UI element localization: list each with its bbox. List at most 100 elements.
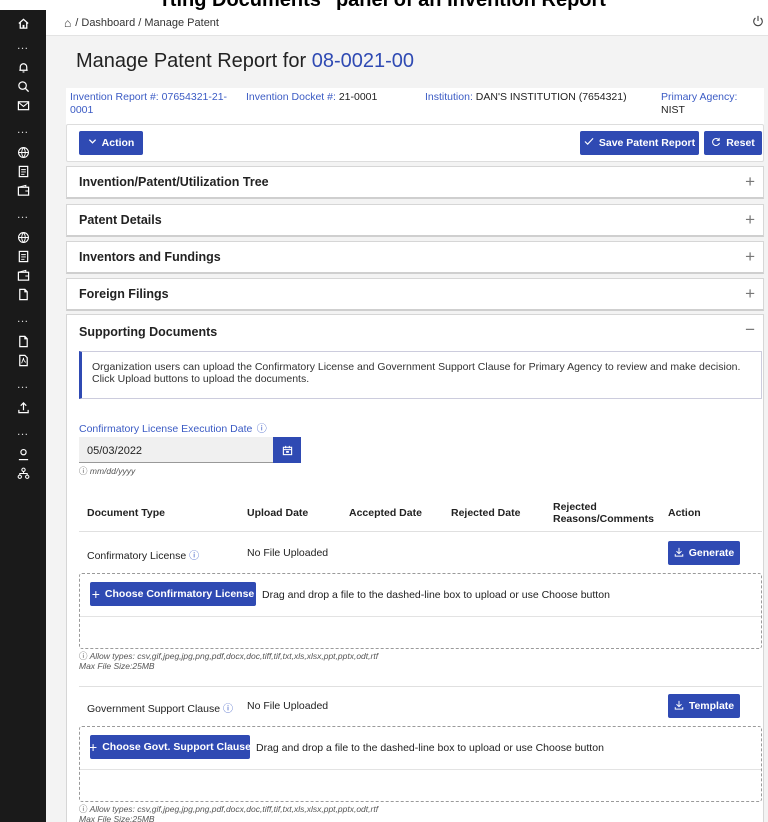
document-icon[interactable]	[0, 247, 46, 265]
max-size-text: Max File Size:25MB	[79, 661, 155, 671]
expand-icon[interactable]: +	[745, 247, 755, 267]
dots-icon: …	[16, 424, 30, 438]
table-row: Confirmatory License ⓘ	[87, 547, 199, 562]
col-rejected-date: Rejected Date	[451, 507, 521, 519]
calendar-icon[interactable]	[273, 437, 301, 463]
table-divider	[79, 531, 762, 532]
panel-inventors-fundings[interactable]: Inventors and Fundings +	[66, 241, 764, 274]
mail-icon[interactable]	[0, 96, 46, 114]
col-accepted-date: Accepted Date	[349, 507, 422, 519]
breadcrumb: ⌂ / Dashboard / Manage Patent	[46, 10, 768, 36]
check-icon	[584, 137, 594, 149]
docket-info: Invention Docket #: 21-0001	[246, 91, 377, 104]
dropzone-divider	[80, 616, 761, 617]
help-icon[interactable]: ⓘ	[257, 424, 267, 435]
upload-icon[interactable]	[0, 398, 46, 416]
institution-value: DAN'S INSTITUTION (7654321)	[475, 91, 627, 103]
col-document-type: Document Type	[87, 507, 165, 519]
globe-icon[interactable]	[0, 228, 46, 246]
bell-icon[interactable]	[0, 58, 46, 76]
col-rejected-reasons: Rejected Reasons/Comments	[553, 501, 654, 525]
help-icon[interactable]: ⓘ	[189, 551, 199, 562]
upload-status-govt-support: No File Uploaded	[247, 700, 329, 712]
plus-icon: +	[91, 586, 100, 602]
panel-supporting-documents: Supporting Documents − Organization user…	[66, 314, 764, 822]
choose-govt-support-label: Choose Govt. Support Clause	[102, 741, 251, 753]
col-upload-date: Upload Date	[247, 507, 309, 519]
panel-title: Foreign Filings	[79, 287, 169, 301]
page-title: Manage Patent Report for 08-0021-00	[76, 50, 414, 73]
file-icon[interactable]	[0, 285, 46, 303]
docket-value: 21-0001	[338, 91, 378, 103]
pdf-icon[interactable]	[0, 351, 46, 369]
choose-confirmatory-label: Choose Confirmatory License	[104, 588, 255, 600]
wallet-icon[interactable]	[0, 266, 46, 284]
agency-value: NIST	[661, 104, 685, 116]
breadcrumb-dashboard[interactable]: Dashboard	[81, 17, 135, 29]
max-size-text: Max File Size:25MB	[79, 814, 155, 822]
dropzone-divider	[80, 769, 761, 770]
report-info-bar: Invention Report #: 07654321-21-0001 Inv…	[66, 88, 764, 128]
dots-icon: …	[16, 38, 30, 52]
panel-foreign-filings[interactable]: Foreign Filings +	[66, 278, 764, 311]
file-icon[interactable]	[0, 332, 46, 350]
document-icon[interactable]	[0, 162, 46, 180]
file-types-hint: ⓘ Allow types: csv,gif,jpeg,jpg,png,pdf,…	[79, 651, 378, 671]
power-icon[interactable]	[752, 15, 764, 30]
patent-id: 08-0021-00	[311, 50, 415, 72]
generate-button[interactable]: Generate	[668, 541, 740, 565]
choose-govt-support-clause-button[interactable]: + Choose Govt. Support Clause	[89, 735, 251, 759]
reset-button-label: Reset	[726, 137, 755, 149]
agency-label: Primary Agency:	[661, 91, 738, 103]
institution-info: Institution: DAN'S INSTITUTION (7654321)	[425, 91, 627, 104]
template-button-label: Template	[688, 700, 735, 712]
table-divider	[79, 686, 762, 687]
globe-icon[interactable]	[0, 143, 46, 161]
action-toolbar: Action Save Patent Report Reset	[66, 124, 764, 162]
user-icon[interactable]	[0, 445, 46, 463]
dots-icon: …	[16, 377, 30, 391]
action-button[interactable]: Action	[79, 131, 143, 155]
reset-button[interactable]: Reset	[704, 131, 762, 155]
dots-icon: …	[16, 311, 30, 325]
home-icon[interactable]	[0, 14, 46, 32]
info-icon: ⓘ	[79, 466, 88, 476]
refresh-icon	[711, 137, 721, 150]
panel-title: Patent Details	[79, 213, 162, 227]
save-patent-report-button[interactable]: Save Patent Report	[580, 131, 699, 155]
banner-title: rting Documents" panel of an Invention R…	[0, 0, 768, 10]
col-action: Action	[668, 507, 701, 519]
collapse-icon[interactable]: −	[745, 320, 755, 340]
dropzone-confirmatory[interactable]: + Choose Confirmatory License Drag and d…	[79, 573, 762, 649]
invention-report-info: Invention Report #: 07654321-21-0001	[70, 91, 230, 117]
search-user-icon[interactable]	[0, 77, 46, 95]
drop-instructions: Drag and drop a file to the dashed-line …	[262, 589, 610, 601]
save-button-label: Save Patent Report	[598, 137, 696, 149]
breadcrumb-manage-patent: Manage Patent	[144, 16, 219, 29]
dropzone-govt-support[interactable]: + Choose Govt. Support Clause Drag and d…	[79, 726, 762, 802]
invention-report-label: Invention Report #:	[70, 91, 159, 103]
help-icon[interactable]: ⓘ	[223, 704, 233, 715]
wallet-icon[interactable]	[0, 181, 46, 199]
action-button-label: Action	[101, 137, 135, 149]
expand-icon[interactable]: +	[745, 284, 755, 304]
allow-types-text: Allow types: csv,gif,jpeg,jpg,png,pdf,do…	[89, 651, 379, 661]
info-notice: Organization users can upload the Confir…	[79, 351, 762, 399]
expand-icon[interactable]: +	[745, 210, 755, 230]
date-field-label: Confirmatory License Execution Date ⓘ	[79, 419, 267, 437]
template-button[interactable]: Template	[668, 694, 740, 718]
allow-types-text: Allow types: csv,gif,jpeg,jpg,png,pdf,do…	[89, 804, 379, 814]
panel-invention-tree[interactable]: Invention/Patent/Utilization Tree +	[66, 166, 764, 199]
choose-confirmatory-license-button[interactable]: + Choose Confirmatory License	[90, 582, 256, 606]
org-chart-icon[interactable]	[0, 464, 46, 482]
execution-date-input[interactable]: 05/03/2022	[79, 437, 273, 463]
upload-status-confirmatory: No File Uploaded	[247, 547, 329, 559]
panel-title: Supporting Documents	[79, 325, 218, 339]
home-icon[interactable]: ⌂	[64, 16, 71, 30]
date-hint-text: mm/dd/yyyy	[89, 466, 136, 476]
generate-button-label: Generate	[688, 547, 735, 559]
panel-patent-details[interactable]: Patent Details +	[66, 204, 764, 237]
plus-icon: +	[89, 739, 98, 755]
expand-icon[interactable]: +	[745, 172, 755, 192]
drop-instructions: Drag and drop a file to the dashed-line …	[256, 742, 604, 754]
